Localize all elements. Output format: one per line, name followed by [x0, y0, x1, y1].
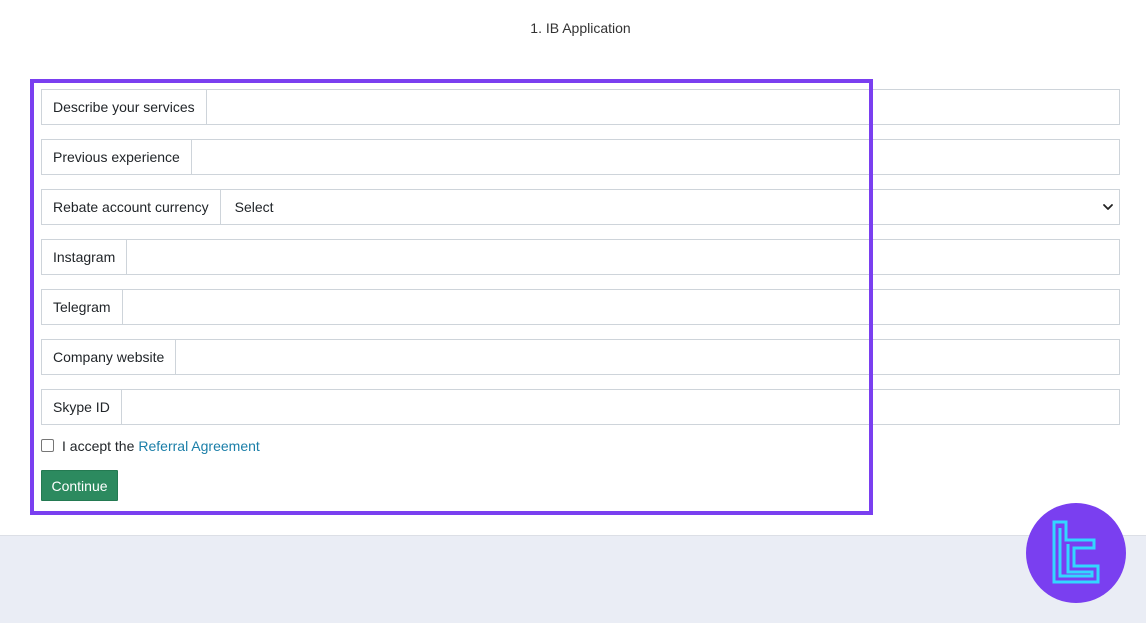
brand-logo-icon: [1026, 503, 1126, 603]
skype-label: Skype ID: [41, 389, 122, 425]
accept-checkbox[interactable]: [41, 438, 54, 452]
currency-row: Rebate account currency Select: [41, 189, 1120, 225]
services-row: Describe your services: [41, 89, 1120, 125]
services-input[interactable]: [206, 89, 1120, 125]
currency-selected-value: Select: [234, 199, 274, 215]
instagram-row: Instagram: [41, 239, 1120, 275]
chevron-down-icon: [1103, 204, 1113, 210]
page-title: 1. IB Application: [530, 20, 631, 36]
ib-application-form: Describe your services Previous experien…: [41, 89, 1120, 501]
continue-button[interactable]: Continue: [41, 470, 118, 501]
footer-band: [0, 535, 1146, 623]
telegram-input[interactable]: [122, 289, 1120, 325]
currency-label: Rebate account currency: [41, 189, 221, 225]
accept-text: I accept the: [62, 438, 135, 454]
instagram-label: Instagram: [41, 239, 128, 275]
telegram-label: Telegram: [41, 289, 123, 325]
skype-input[interactable]: [121, 389, 1120, 425]
experience-row: Previous experience: [41, 139, 1120, 175]
accept-agreement: I accept the Referral Agreement: [41, 436, 1120, 456]
experience-label: Previous experience: [41, 139, 192, 175]
website-row: Company website: [41, 339, 1120, 375]
referral-agreement-link[interactable]: Referral Agreement: [138, 438, 259, 454]
instagram-input[interactable]: [127, 239, 1120, 275]
experience-input[interactable]: [191, 139, 1120, 175]
skype-row: Skype ID: [41, 389, 1120, 425]
services-label: Describe your services: [41, 89, 207, 125]
brand-logo-mark: [1052, 520, 1100, 584]
telegram-row: Telegram: [41, 289, 1120, 325]
website-input[interactable]: [176, 339, 1120, 375]
currency-select[interactable]: Select: [220, 189, 1120, 225]
website-label: Company website: [41, 339, 177, 375]
